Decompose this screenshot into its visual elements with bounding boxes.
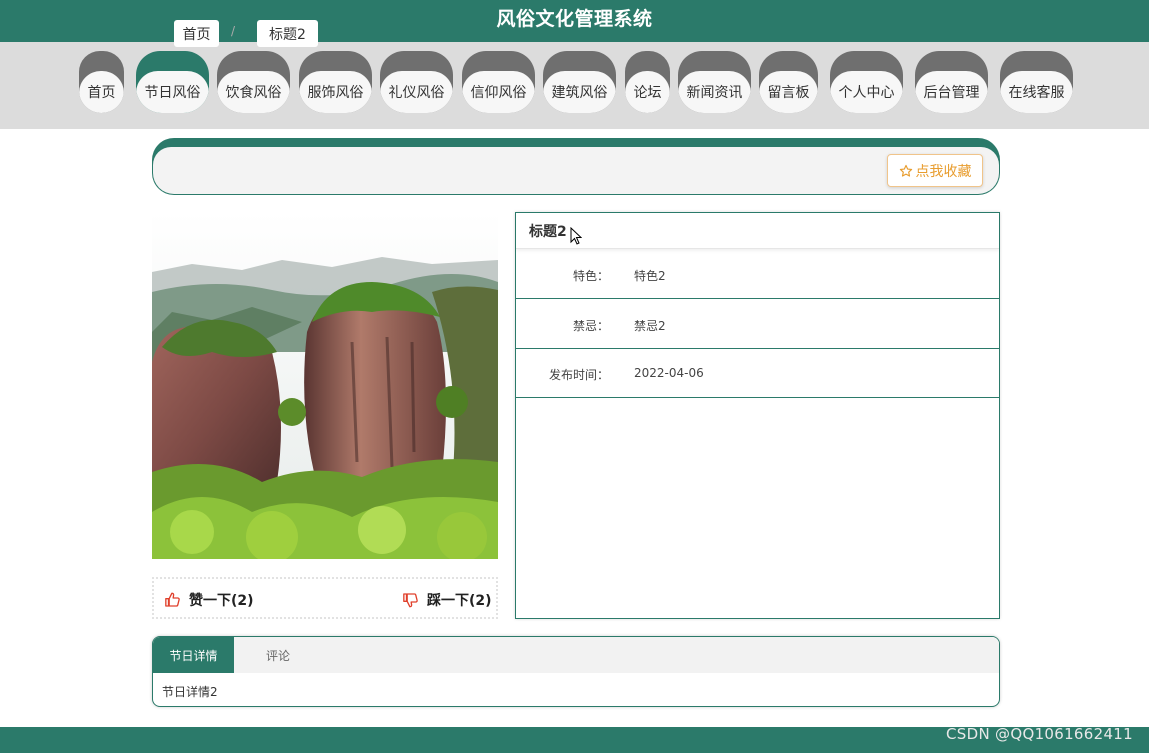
like-button[interactable]: 赞一下(2) <box>164 590 254 610</box>
breadcrumb-separator: / <box>231 24 236 38</box>
detail-row-taboo: 禁忌： 禁忌2 <box>516 299 999 349</box>
nav-item-label: 在线客服 <box>1000 71 1073 113</box>
nav-item-food-customs[interactable]: 饮食风俗 <box>217 51 290 113</box>
nav-item-festival-customs[interactable]: 节日风俗 <box>136 51 209 113</box>
nav-item-label: 信仰风俗 <box>462 71 535 113</box>
favorite-button[interactable]: 点我收藏 <box>887 154 983 187</box>
breadcrumb-current[interactable]: 标题2 <box>257 20 318 47</box>
nav-item-architecture-customs[interactable]: 建筑风俗 <box>543 51 616 113</box>
nav-item-label: 新闻资讯 <box>678 71 751 113</box>
landscape-image <box>152 212 498 559</box>
nav-item-etiquette-customs[interactable]: 礼仪风俗 <box>380 51 453 113</box>
nav-item-news[interactable]: 新闻资讯 <box>678 51 751 113</box>
nav-item-message-board[interactable]: 留言板 <box>759 51 818 113</box>
festival-photo <box>152 212 498 559</box>
nav-item-label: 后台管理 <box>915 71 988 113</box>
breadcrumb-bar-inner <box>153 147 999 194</box>
nav-item-label: 饮食风俗 <box>217 71 290 113</box>
vote-box: 赞一下(2) 踩一下(2) <box>152 577 498 619</box>
detail-row-feature: 特色： 特色2 <box>516 249 999 299</box>
nav-item-admin[interactable]: 后台管理 <box>915 51 988 113</box>
like-label: 赞一下(2) <box>189 593 254 609</box>
favorite-label: 点我收藏 <box>915 163 972 180</box>
thumbs-down-icon <box>403 593 418 608</box>
tab-bar: 节日详情 评论 <box>153 637 999 673</box>
mouse-cursor-icon <box>570 227 582 245</box>
detail-value: 特色2 <box>634 269 666 283</box>
top-header: 风俗文化管理系统 <box>0 0 1149 42</box>
detail-value: 禁忌2 <box>634 319 666 333</box>
nav-item-label: 礼仪风俗 <box>380 71 453 113</box>
detail-panel: 标题2 特色： 特色2 禁忌： 禁忌2 发布时间： 2022-04-06 <box>515 212 1000 619</box>
tab-content: 节日详情2 <box>162 685 218 699</box>
breadcrumb-bar <box>152 138 1000 195</box>
detail-title: 标题2 <box>516 213 999 249</box>
detail-row-publish-time: 发布时间： 2022-04-06 <box>516 348 999 398</box>
nav-item-personal-center[interactable]: 个人中心 <box>830 51 903 113</box>
detail-key: 禁忌： <box>572 319 609 333</box>
detail-key: 特色： <box>572 269 609 283</box>
breadcrumb-home[interactable]: 首页 <box>174 20 219 47</box>
detail-value: 2022-04-06 <box>634 366 704 380</box>
nav-item-online-service[interactable]: 在线客服 <box>1000 51 1073 113</box>
site-title: 风俗文化管理系统 <box>496 8 653 30</box>
detail-key: 发布时间： <box>548 368 609 382</box>
thumbs-up-icon <box>165 592 180 607</box>
nav-item-label: 个人中心 <box>830 71 903 113</box>
dislike-button[interactable]: 踩一下(2) <box>402 590 492 610</box>
nav-item-label: 节日风俗 <box>136 71 209 113</box>
watermark: CSDN @QQ1061662411 <box>946 725 1133 743</box>
detail-tabs: 节日详情 评论 节日详情2 <box>152 636 1000 707</box>
nav-item-home[interactable]: 首页 <box>79 51 124 113</box>
star-outline-icon <box>899 164 912 177</box>
nav-item-label: 论坛 <box>625 71 670 113</box>
dislike-label: 踩一下(2) <box>427 593 492 609</box>
nav-item-belief-customs[interactable]: 信仰风俗 <box>462 51 535 113</box>
nav-item-label: 建筑风俗 <box>543 71 616 113</box>
tab-festival-details[interactable]: 节日详情 <box>153 637 234 673</box>
nav-item-label: 首页 <box>79 71 124 113</box>
nav-item-forum[interactable]: 论坛 <box>625 51 670 113</box>
nav-item-label: 留言板 <box>759 71 818 113</box>
nav-item-clothing-customs[interactable]: 服饰风俗 <box>299 51 372 113</box>
nav-item-label: 服饰风俗 <box>299 71 372 113</box>
tab-comments[interactable]: 评论 <box>241 637 315 673</box>
main-nav: 首页 节日风俗 饮食风俗 服饰风俗 礼仪风俗 信仰风俗 建筑风俗 论坛 新闻资讯… <box>0 42 1149 129</box>
